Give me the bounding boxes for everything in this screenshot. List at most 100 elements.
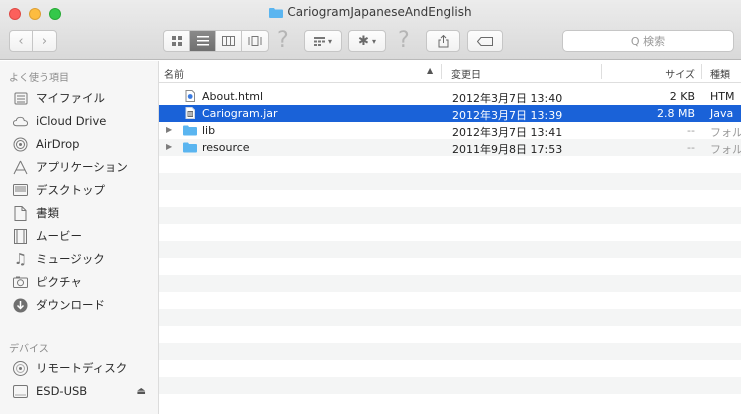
eject-icon[interactable]: ⏏ [137, 386, 146, 397]
action-button[interactable]: ✱ ▾ [348, 30, 386, 52]
folder-icon [183, 142, 197, 153]
help-placeholder-icon: ? [398, 28, 410, 53]
sidebar-item-label: iCloud Drive [36, 114, 107, 128]
arrange-grid-icon [313, 36, 325, 46]
empty-row [159, 207, 741, 224]
columns-icon [222, 36, 235, 46]
table-row-selected[interactable]: Cariogram.jar 2012年3月7日 13:39 2.8 MB Jav… [159, 105, 741, 122]
sidebar-item-label: ダウンロード [36, 298, 105, 312]
disclosure-triangle-icon[interactable]: ▶ [166, 142, 172, 151]
icon-view-button[interactable] [164, 31, 190, 51]
file-kind: フォル [710, 126, 741, 139]
edit-tags-button[interactable] [467, 30, 503, 52]
disclosure-triangle-icon[interactable]: ▶ [166, 125, 172, 134]
view-mode-control [163, 30, 269, 52]
file-name: Cariogram.jar [202, 107, 278, 120]
movies-icon [13, 228, 28, 244]
sidebar-item-label: 書類 [36, 206, 59, 220]
column-view-button[interactable] [216, 31, 242, 51]
empty-row [159, 343, 741, 360]
airdrop-icon [13, 137, 28, 152]
chevron-down-icon: ▾ [327, 36, 332, 46]
html-file-icon [185, 90, 195, 102]
file-name: lib [202, 124, 216, 137]
back-button[interactable]: ‹ [10, 31, 33, 51]
sidebar-item-label: マイファイル [36, 91, 105, 105]
empty-row [159, 241, 741, 258]
sidebar-item-all-files[interactable]: マイファイル [0, 87, 158, 109]
sidebar-item-esd-usb[interactable]: ESD-USB ⏏ [0, 380, 158, 402]
cover-flow-icon [248, 36, 262, 46]
chevron-left-icon: ‹ [18, 33, 24, 49]
file-date: 2011年9月8日 17:53 [452, 143, 563, 156]
sidebar-item-label: デスクトップ [36, 183, 105, 197]
sidebar-item-downloads[interactable]: ダウンロード [0, 294, 158, 316]
empty-row [159, 173, 741, 190]
file-size: 2.8 MB [656, 107, 695, 120]
devices-header: デバイス [9, 344, 49, 355]
table-row[interactable]: ▶ resource 2011年9月8日 17:53 -- フォル [159, 139, 741, 156]
column-header-date[interactable]: 変更日 [451, 66, 481, 81]
sidebar-item-label: アプリケーション [36, 160, 128, 174]
file-name: resource [202, 141, 250, 154]
file-date: 2012年3月7日 13:40 [452, 92, 563, 105]
file-kind: Java [710, 107, 734, 120]
sidebar-item-label: ESD-USB [36, 384, 88, 398]
search-placeholder: Q 検索 [630, 35, 666, 48]
drive-icon [13, 384, 28, 399]
folder-icon [183, 125, 197, 136]
gear-icon: ✱ [358, 33, 369, 49]
sidebar-item-remote-disc[interactable]: リモートディスク [0, 357, 158, 379]
nav-buttons: ‹ › [9, 30, 57, 52]
sidebar-item-icloud-drive[interactable]: iCloud Drive [0, 110, 158, 132]
table-row[interactable]: About.html 2012年3月7日 13:40 2 KB HTM [159, 88, 741, 105]
sidebar-item-movies[interactable]: ムービー [0, 225, 158, 247]
file-list: 名前 ▲ 変更日 サイズ 種類 About.html 2012年3月7日 13:… [159, 61, 741, 414]
cover-flow-button[interactable] [242, 31, 268, 51]
column-header-name[interactable]: 名前 [164, 66, 184, 81]
remote-disc-icon [13, 360, 28, 376]
sidebar-item-desktop[interactable]: デスクトップ [0, 179, 158, 201]
sidebar-item-airdrop[interactable]: AirDrop [0, 133, 158, 155]
tag-icon [477, 36, 493, 46]
column-header-kind[interactable]: 種類 [710, 66, 730, 81]
sidebar-item-label: リモートディスク [36, 361, 128, 375]
finder-window: CariogramJapaneseAndEnglish ‹ › ? ▾ ✱ ▾ … [0, 0, 741, 414]
sidebar-item-applications[interactable]: アプリケーション [0, 156, 158, 178]
file-size: -- [687, 124, 695, 137]
all-files-icon [13, 91, 28, 106]
file-date: 2012年3月7日 13:41 [452, 126, 563, 139]
cloud-icon [13, 114, 28, 129]
empty-row [159, 309, 741, 326]
toolbar: CariogramJapaneseAndEnglish ‹ › ? ▾ ✱ ▾ … [0, 0, 741, 60]
folder-icon [269, 8, 284, 18]
sidebar-item-pictures[interactable]: ピクチャ [0, 271, 158, 293]
file-size: 2 KB [669, 90, 695, 103]
music-icon: ♫ [13, 250, 28, 268]
sort-ascending-icon: ▲ [427, 66, 434, 75]
empty-row [159, 275, 741, 292]
downloads-icon [13, 298, 28, 313]
window-title-area: CariogramJapaneseAndEnglish [0, 5, 741, 19]
icon-grid-icon [171, 36, 182, 46]
table-row[interactable]: ▶ lib 2012年3月7日 13:41 -- フォル [159, 122, 741, 139]
jar-file-icon [185, 107, 195, 119]
share-button[interactable] [426, 30, 460, 52]
sidebar-item-music[interactable]: ♫ ミュージック [0, 248, 158, 270]
list-view-button[interactable] [190, 31, 216, 51]
column-header-size[interactable]: サイズ [611, 66, 695, 81]
sidebar-item-documents[interactable]: 書類 [0, 202, 158, 224]
arrange-button[interactable]: ▾ [304, 30, 342, 52]
search-field[interactable]: Q 検索 [562, 30, 734, 52]
sidebar: よく使う項目 マイファイル iCloud Drive AirDrop アプリケー… [0, 61, 159, 414]
desktop-icon [13, 183, 28, 198]
list-icon [196, 36, 209, 46]
pictures-icon [13, 275, 28, 290]
forward-button[interactable]: › [33, 31, 56, 51]
chevron-down-icon: ▾ [371, 36, 376, 46]
empty-row [159, 377, 741, 394]
chevron-right-icon: › [41, 33, 48, 49]
file-date: 2012年3月7日 13:39 [452, 109, 563, 122]
favorites-header: よく使う項目 [9, 73, 69, 84]
help-placeholder-icon: ? [277, 28, 289, 53]
